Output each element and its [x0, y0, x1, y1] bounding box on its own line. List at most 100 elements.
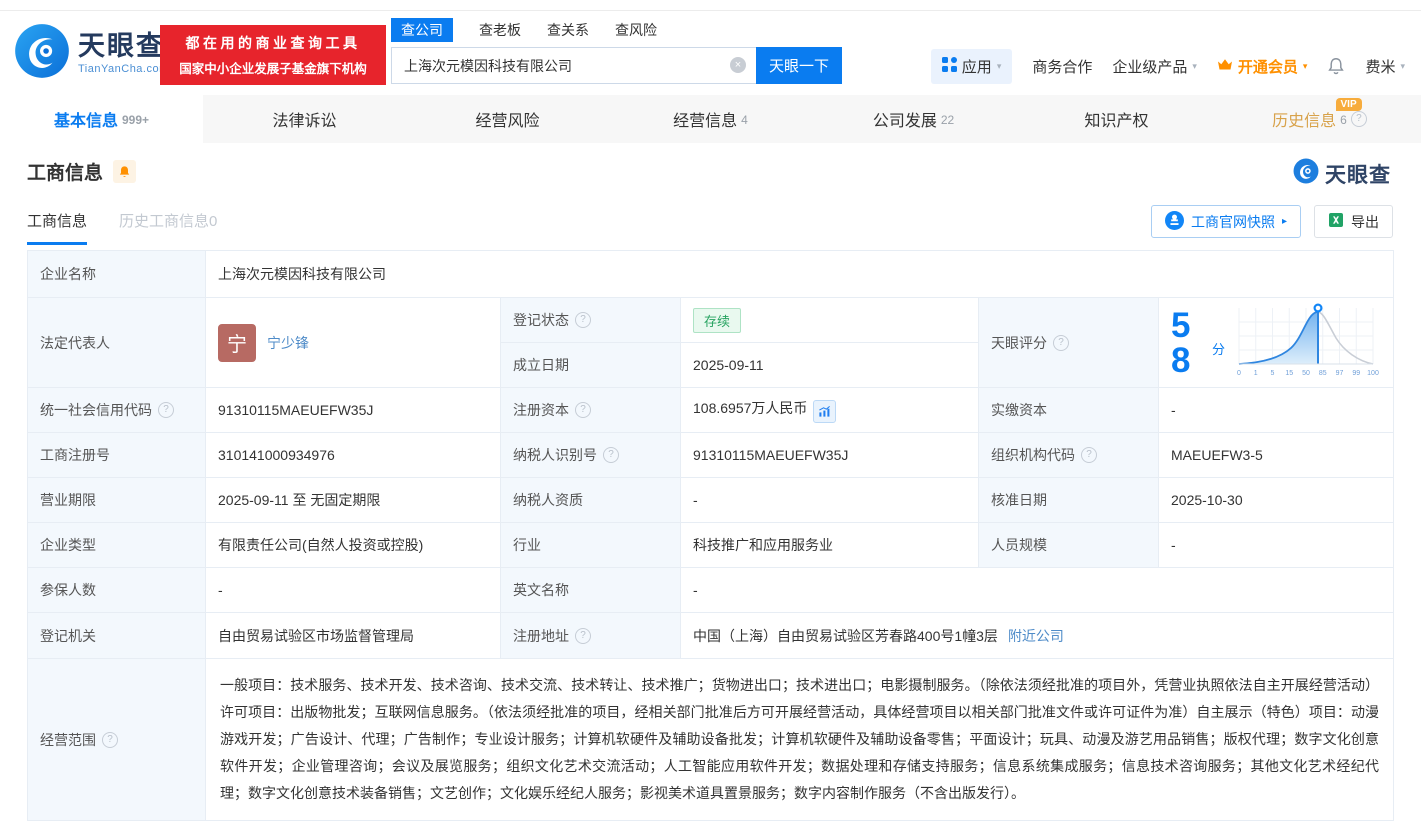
business-info-table: 企业名称 上海次元模因科技有限公司 法定代表人 宁 宁少锋 登记状态 ? 存续 … — [27, 250, 1395, 821]
nav-user[interactable]: 费米 ▾ — [1365, 56, 1405, 77]
export-button[interactable]: 导出 — [1314, 205, 1393, 238]
reg-capital-label-cell: 注册资本 ? — [500, 387, 681, 433]
search-area: 查公司 查老板 查关系 查风险 × 天眼一下 — [391, 17, 842, 84]
tab-intellectual-property[interactable]: 知识产权 — [1015, 95, 1218, 143]
svg-text:100: 100 — [1367, 370, 1379, 377]
table-row: 营业期限 2025-09-11 至 无固定期限 纳税人资质 - 核准日期 202… — [27, 477, 1395, 523]
search-tab-boss[interactable]: 查老板 — [479, 20, 521, 40]
org-code-label-cell: 组织机构代码 ? — [978, 432, 1159, 478]
table-row: 统一社会信用代码 ? 91310115MAEUEFW35J 注册资本 ? 108… — [27, 387, 1395, 433]
legal-rep-label: 法定代表人 — [27, 297, 206, 388]
tab-legal-litigation[interactable]: 法律诉讼 — [203, 95, 406, 143]
table-row: 法定代表人 宁 宁少锋 登记状态 ? 存续 天眼评分 ? 58 分 0 1 5 … — [27, 297, 1395, 388]
svg-text:85: 85 — [1319, 370, 1327, 377]
tianyancha-swirl-icon — [14, 23, 70, 84]
legal-rep-cell: 宁 宁少锋 — [205, 297, 501, 388]
subscribe-bell-icon[interactable] — [113, 160, 137, 183]
official-snapshot-button[interactable]: 工商官网快照 ▸ — [1150, 205, 1301, 238]
status-value-cell: 存续 — [680, 297, 979, 343]
search-tab-risk[interactable]: 查风险 — [615, 20, 657, 40]
help-icon[interactable]: ? — [158, 402, 174, 418]
nav-business-coop[interactable]: 商务合作 — [1032, 56, 1092, 77]
site-header: 天眼查 TianYanCha.com 都在用的商业查询工具 国家中小企业发展子基… — [0, 11, 1421, 95]
search-type-tabs: 查公司 查老板 查关系 查风险 — [391, 17, 842, 42]
score-distribution-chart: 0 1 5 15 50 85 97 99 100 — [1231, 300, 1381, 385]
tab-history-info[interactable]: VIP 历史信息 6 ? — [1218, 95, 1421, 143]
en-name-value: - — [679, 567, 1395, 613]
stamp-icon — [1164, 210, 1184, 233]
scope-label-cell: 经营范围 ? — [27, 658, 206, 821]
search-tab-relation[interactable]: 查关系 — [547, 20, 589, 40]
established-label: 成立日期 — [500, 342, 681, 388]
help-icon[interactable]: ? — [1350, 111, 1367, 127]
industry-value: 科技推广和应用服务业 — [680, 522, 979, 568]
logo-title: 天眼查 — [78, 30, 165, 61]
staff-value: - — [1157, 522, 1395, 568]
nav-enterprise-products[interactable]: 企业级产品 ▾ — [1112, 56, 1197, 77]
brand-slogan-banner: 都在用的商业查询工具 国家中小企业发展子基金旗下机构 — [160, 25, 386, 85]
table-row: 经营范围 ? 一般项目：技术服务、技术开发、技术咨询、技术交流、技术转让、技术推… — [27, 658, 1395, 821]
score-value: 58 — [1171, 305, 1191, 380]
site-logo[interactable]: 天眼查 TianYanCha.com — [14, 23, 169, 84]
subtab-history-business-info[interactable]: 历史工商信息0 — [119, 210, 217, 245]
help-icon[interactable]: ? — [1053, 334, 1069, 351]
type-label: 企业类型 — [27, 522, 206, 568]
svg-text:50: 50 — [1302, 370, 1310, 377]
header-nav: 应用 ▾ 商务合作 企业级产品 ▾ 开通会员 ▾ 费米 ▾ — [930, 49, 1405, 84]
clear-icon[interactable]: × — [730, 57, 746, 73]
search-button[interactable]: 天眼一下 — [756, 47, 842, 84]
help-icon[interactable]: ? — [1081, 447, 1097, 463]
section-title: 工商信息 — [27, 163, 104, 184]
tab-operation-risk[interactable]: 经营风险 — [406, 95, 609, 143]
established-value: 2025-09-11 — [680, 342, 979, 388]
section-header: 工商信息 — [27, 158, 137, 185]
svg-text:99: 99 — [1352, 370, 1360, 377]
nav-apps[interactable]: 应用 ▾ — [930, 49, 1013, 84]
authority-label: 登记机关 — [27, 612, 206, 659]
tianyancha-company-page: 天眼查 TianYanCha.com 都在用的商业查询工具 国家中小企业发展子基… — [0, 0, 1421, 833]
taxpayer-no-label-cell: 纳税人识别号 ? — [500, 432, 681, 478]
help-icon[interactable]: ? — [575, 627, 591, 644]
reg-no-value: 310141000934976 — [205, 432, 501, 478]
approved-label: 核准日期 — [978, 477, 1159, 523]
search-box: × 天眼一下 — [391, 47, 842, 84]
search-input[interactable] — [391, 47, 756, 84]
svg-text:0: 0 — [1237, 370, 1241, 377]
taxpayer-quali-label: 纳税人资质 — [500, 477, 681, 523]
legal-rep-link[interactable]: 宁少锋 — [267, 333, 309, 353]
help-icon[interactable]: ? — [102, 731, 118, 748]
company-name-value: 上海次元模因科技有限公司 — [204, 250, 1395, 298]
business-scope-text: 一般项目：技术服务、技术开发、技术咨询、技术交流、技术转让、技术推广；货物进出口… — [204, 658, 1395, 821]
legal-rep-avatar[interactable]: 宁 — [218, 323, 256, 362]
notification-bell-icon[interactable] — [1327, 57, 1345, 76]
search-tab-company[interactable]: 查公司 — [391, 17, 453, 42]
nav-open-vip[interactable]: 开通会员 ▾ — [1217, 56, 1307, 77]
term-label: 营业期限 — [27, 477, 206, 523]
help-icon[interactable]: ? — [603, 447, 619, 463]
help-icon[interactable]: ? — [575, 402, 591, 418]
taxpayer-no-value: 91310115MAEUEFW35J — [680, 432, 979, 478]
help-icon[interactable]: ? — [575, 312, 591, 328]
capital-trend-icon[interactable] — [813, 399, 837, 423]
insured-value: - — [205, 567, 501, 613]
nearby-companies-link[interactable]: 附近公司 — [1008, 628, 1064, 644]
company-tab-bar: 基本信息 999+ 法律诉讼 经营风险 经营信息 4 公司发展 22 知识产权 … — [0, 95, 1421, 143]
tianyancha-watermark: 天眼查 — [1293, 158, 1391, 189]
taxpayer-quali-value: - — [680, 477, 979, 523]
address-value: 中国（上海）自由贸易试验区芳春路400号1幢3层 — [693, 627, 998, 644]
table-row: 企业类型 有限责任公司(自然人投资或控股) 行业 科技推广和应用服务业 人员规模… — [27, 522, 1395, 568]
tab-basic-info[interactable]: 基本信息 999+ — [0, 95, 203, 143]
tab-operation-info[interactable]: 经营信息 4 — [609, 95, 812, 143]
tab-company-development[interactable]: 公司发展 22 — [812, 95, 1015, 143]
subtab-business-info[interactable]: 工商信息 — [27, 210, 88, 245]
org-code-value: MAEUEFW3-5 — [1157, 432, 1395, 478]
score-unit: 分 — [1212, 342, 1226, 357]
score-cell[interactable]: 58 分 0 1 5 15 50 85 97 99 100 — [1157, 297, 1395, 388]
table-row: 参保人数 - 英文名称 - — [27, 567, 1395, 613]
arrow-right-icon: ▸ — [1281, 216, 1287, 227]
address-label-cell: 注册地址 ? — [500, 612, 681, 659]
slogan-line1: 都在用的商业查询工具 — [185, 35, 361, 51]
logo-domain: TianYanCha.com — [78, 62, 169, 75]
en-name-label: 英文名称 — [500, 567, 681, 613]
chevron-down-icon: ▾ — [996, 61, 1002, 71]
